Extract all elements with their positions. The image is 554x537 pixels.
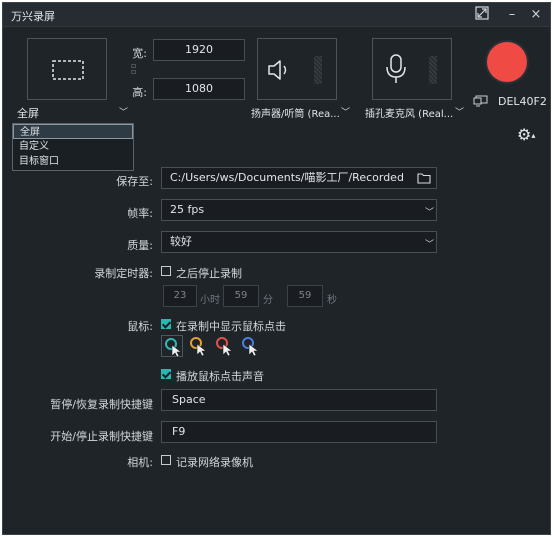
timer-checkbox[interactable] xyxy=(161,266,171,276)
cursor-red-icon xyxy=(216,337,233,357)
speaker-button[interactable] xyxy=(257,38,337,100)
pause-hotkey-input[interactable]: Space xyxy=(161,389,437,411)
microphone-device-label: 插孔麦克风 (Real... xyxy=(365,109,454,120)
click-sound-checkbox[interactable] xyxy=(161,369,171,379)
quality-chevron-down-icon[interactable]: ﹀ xyxy=(425,237,434,250)
cursor-orange-option[interactable] xyxy=(187,335,209,357)
recorder-window: 万兴录屏 – × 全屏 ﹀ 宽: 1920 ▫ ▫ 高: 1080 扬声器/听筒 … xyxy=(2,2,551,535)
width-input[interactable]: 1920 xyxy=(153,39,245,61)
show-clicks-label: 在录制中显示鼠标点击 xyxy=(176,320,286,333)
close-button[interactable]: × xyxy=(527,6,545,24)
timer-seconds-unit: 秒 xyxy=(327,295,337,306)
speaker-level-meter xyxy=(314,56,322,84)
pause-hotkey-label: 暂停/恢复录制快捷键 xyxy=(50,398,153,411)
speaker-chevron-down-icon[interactable]: ﹀ xyxy=(341,105,350,118)
speaker-icon xyxy=(268,60,287,80)
camera-checkbox-label: 记录网络录像机 xyxy=(176,456,253,469)
screen-area-button[interactable] xyxy=(27,38,107,100)
speaker-device-label: 扬声器/听筒 (Rea... xyxy=(251,109,340,120)
height-input[interactable]: 1080 xyxy=(153,78,245,100)
cursor-teal-option[interactable] xyxy=(161,335,183,358)
timer-label: 录制定时器: xyxy=(94,267,153,280)
width-label: 宽: xyxy=(132,47,147,60)
start-hotkey-label: 开始/停止录制快捷键 xyxy=(50,430,153,443)
camera-checkbox[interactable] xyxy=(161,455,171,465)
cursor-orange-icon xyxy=(190,337,207,357)
area-option-fullscreen[interactable]: 全屏 xyxy=(13,124,133,139)
microphone-chevron-down-icon[interactable]: ﹀ xyxy=(455,105,464,118)
capture-area-icon xyxy=(52,60,84,80)
timer-hours-unit: 小时 xyxy=(200,295,220,306)
show-clicks-checkbox[interactable] xyxy=(161,319,171,329)
timer-minutes-unit: 分 xyxy=(263,295,273,306)
microphone-level-meter xyxy=(429,56,437,84)
gear-icon[interactable]: ⚙▴ xyxy=(517,125,535,144)
monitor-icon xyxy=(473,95,488,107)
area-mode-chevron-down-icon[interactable]: ﹀ xyxy=(119,105,128,118)
minimize-button[interactable]: – xyxy=(503,6,521,24)
timer-seconds-input[interactable]: 59 xyxy=(287,285,323,307)
microphone-icon xyxy=(386,54,406,83)
camera-label: 相机: xyxy=(127,456,153,469)
timer-checkbox-label: 之后停止录制 xyxy=(176,267,242,280)
cursor-teal-icon xyxy=(165,338,182,358)
area-option-custom[interactable]: 自定义 xyxy=(13,139,133,154)
save-path-input[interactable]: C:/Users/ws/Documents/喵影工厂/Recorded xyxy=(161,167,437,189)
area-option-target-window[interactable]: 目标窗口 xyxy=(13,154,133,169)
fullscreen-icon[interactable] xyxy=(473,6,491,24)
area-mode-label: 全屏 xyxy=(17,107,39,120)
timer-minutes-input[interactable]: 59 xyxy=(223,285,259,307)
quality-label: 质量: xyxy=(127,239,153,252)
mouse-label: 鼠标: xyxy=(127,320,153,333)
folder-icon[interactable] xyxy=(417,172,431,184)
fps-label: 帧率: xyxy=(127,207,153,220)
cursor-blue-icon xyxy=(242,337,259,357)
start-hotkey-input[interactable]: F9 xyxy=(161,421,437,443)
cursor-blue-option[interactable] xyxy=(239,335,261,357)
timer-hours-input[interactable]: 23 xyxy=(163,285,197,307)
window-title: 万兴录屏 xyxy=(11,10,55,23)
link-aspect-icon[interactable]: ▫ ▫ xyxy=(131,62,136,76)
monitor-label[interactable]: DEL40F2 xyxy=(498,95,547,108)
cursor-red-option[interactable] xyxy=(213,335,235,357)
click-sound-label: 播放鼠标点击声音 xyxy=(176,370,264,383)
quality-select[interactable]: 较好 xyxy=(161,231,437,253)
save-to-label: 保存至: xyxy=(116,175,153,188)
title-bar: 万兴录屏 – × xyxy=(3,3,550,27)
record-button[interactable] xyxy=(487,42,527,82)
fps-chevron-down-icon[interactable]: ﹀ xyxy=(425,205,434,218)
area-mode-dropdown: 全屏 自定义 目标窗口 xyxy=(12,123,134,171)
microphone-button[interactable] xyxy=(372,38,452,100)
height-label: 高: xyxy=(132,86,147,99)
fps-select[interactable]: 25 fps xyxy=(161,199,437,221)
